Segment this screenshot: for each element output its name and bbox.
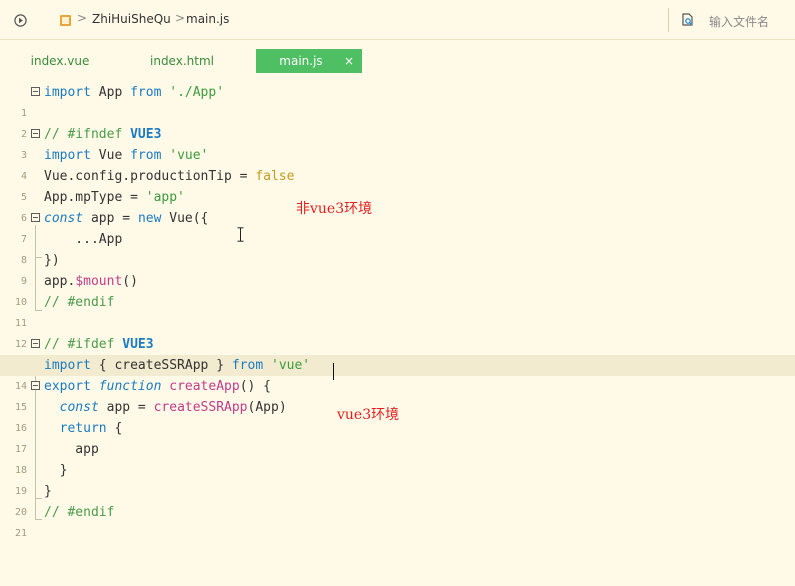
annotation-vue3: vue3环境 <box>337 407 400 423</box>
token: from <box>130 85 162 100</box>
code-line: 18 app <box>0 439 795 476</box>
code-line: 19 } <box>0 460 795 497</box>
token: $mount <box>75 274 123 289</box>
token: import <box>44 148 91 163</box>
code-line: 2 <box>0 103 795 140</box>
token: 'vue' <box>271 358 311 373</box>
token: app <box>44 442 99 457</box>
token: App <box>90 85 131 100</box>
token: function <box>98 379 162 394</box>
breadcrumb-project[interactable]: ZhiHuiSheQu <box>92 12 171 26</box>
code-line: 7 const app = new Vue({ <box>0 208 795 245</box>
token: VUE3 <box>122 337 154 352</box>
text-cursor-icon <box>237 227 244 242</box>
search-placeholder: 输入文件名 <box>709 15 770 29</box>
close-icon[interactable]: × <box>344 49 354 73</box>
token: // #endif <box>44 295 115 310</box>
code-line: 6 App.mpType = 'app' <box>0 187 795 224</box>
token: import <box>44 358 91 373</box>
tab-label: index.vue <box>30 54 90 68</box>
token: app. <box>44 274 76 289</box>
token: app = <box>98 400 154 415</box>
token: import <box>44 85 91 100</box>
token: createSSRApp <box>153 400 248 415</box>
code-line: 1 import App from './App' <box>0 82 795 119</box>
tab-label: index.html <box>150 54 214 68</box>
code-line: 4 import Vue from 'vue' <box>0 145 795 182</box>
token: () <box>122 274 138 289</box>
code-line: 5 Vue.config.productionTip = false <box>0 166 795 203</box>
tab-main-js[interactable]: main.js × <box>256 49 362 73</box>
fold-toggle-icon[interactable] <box>31 339 40 348</box>
token: { <box>106 421 123 436</box>
token: from <box>130 148 162 163</box>
code-line: 20 } <box>0 481 795 518</box>
token: }) <box>44 253 60 268</box>
code-line: 21 // #endif <box>0 502 795 539</box>
token: // #endif <box>44 505 115 520</box>
code-line: 10 app.$mount() <box>0 271 795 308</box>
project-icon <box>60 15 71 26</box>
fold-toggle-icon[interactable] <box>31 87 40 96</box>
editor-tabs: index.vue index.html main.js × <box>0 49 795 73</box>
code-line: 13 // #ifdef VUE3 <box>0 334 795 371</box>
code-line: 9 }) <box>0 250 795 287</box>
code-line: 11 // #endif <box>0 292 795 329</box>
code-line: 12 <box>0 313 795 350</box>
annotation-non-vue3: 非vue3环境 <box>296 201 373 217</box>
token: ...App <box>44 232 123 247</box>
top-bar: > ZhiHuiSheQu > main.js 输入文件名 <box>0 0 795 40</box>
token: from <box>231 358 264 373</box>
fold-toggle-icon[interactable] <box>31 129 40 138</box>
token: // #ifdef <box>44 337 123 352</box>
token: { createSSRApp } <box>90 358 232 373</box>
token: Vue({ <box>161 211 209 226</box>
token: () { <box>239 379 272 394</box>
token: app = <box>83 211 138 226</box>
run-icon[interactable] <box>14 14 27 27</box>
token: createApp <box>169 379 240 394</box>
token: App.mpType = <box>44 190 146 205</box>
token: return <box>59 421 107 436</box>
token: const <box>59 400 99 415</box>
code-line: 15 export function createApp() { <box>0 376 795 413</box>
token: Vue.config.productionTip = <box>44 169 256 184</box>
fold-toggle-icon[interactable] <box>31 381 40 390</box>
line-number: 21 <box>14 528 27 539</box>
token: } <box>44 463 68 478</box>
token: export <box>44 379 91 394</box>
tab-label: main.js <box>279 54 323 68</box>
file-search-box[interactable]: 输入文件名 <box>668 8 795 32</box>
text-caret <box>333 363 334 380</box>
fold-toggle-icon[interactable] <box>31 213 40 222</box>
breadcrumb-file[interactable]: main.js <box>186 12 229 26</box>
breadcrumb-separator: > <box>77 11 88 25</box>
token: false <box>255 169 295 184</box>
token: } <box>44 484 52 499</box>
code-line: 3 // #ifndef VUE3 <box>0 124 795 161</box>
token: (App) <box>247 400 287 415</box>
token: './App' <box>169 85 225 100</box>
code-line: 8 ...App <box>0 229 795 266</box>
breadcrumb-separator: > <box>175 11 186 25</box>
token: new <box>137 211 162 226</box>
token: VUE3 <box>130 127 162 142</box>
token: Vue <box>90 148 131 163</box>
token: 'app' <box>145 190 185 205</box>
tab-index-html[interactable]: index.html <box>140 49 224 73</box>
search-file-icon <box>682 13 693 26</box>
code-line-current: 14 import { createSSRApp } from 'vue' <box>0 355 795 392</box>
token: // #ifndef <box>44 127 131 142</box>
token: const <box>44 211 84 226</box>
token: 'vue' <box>169 148 209 163</box>
tab-index-vue[interactable]: index.vue <box>22 49 98 73</box>
